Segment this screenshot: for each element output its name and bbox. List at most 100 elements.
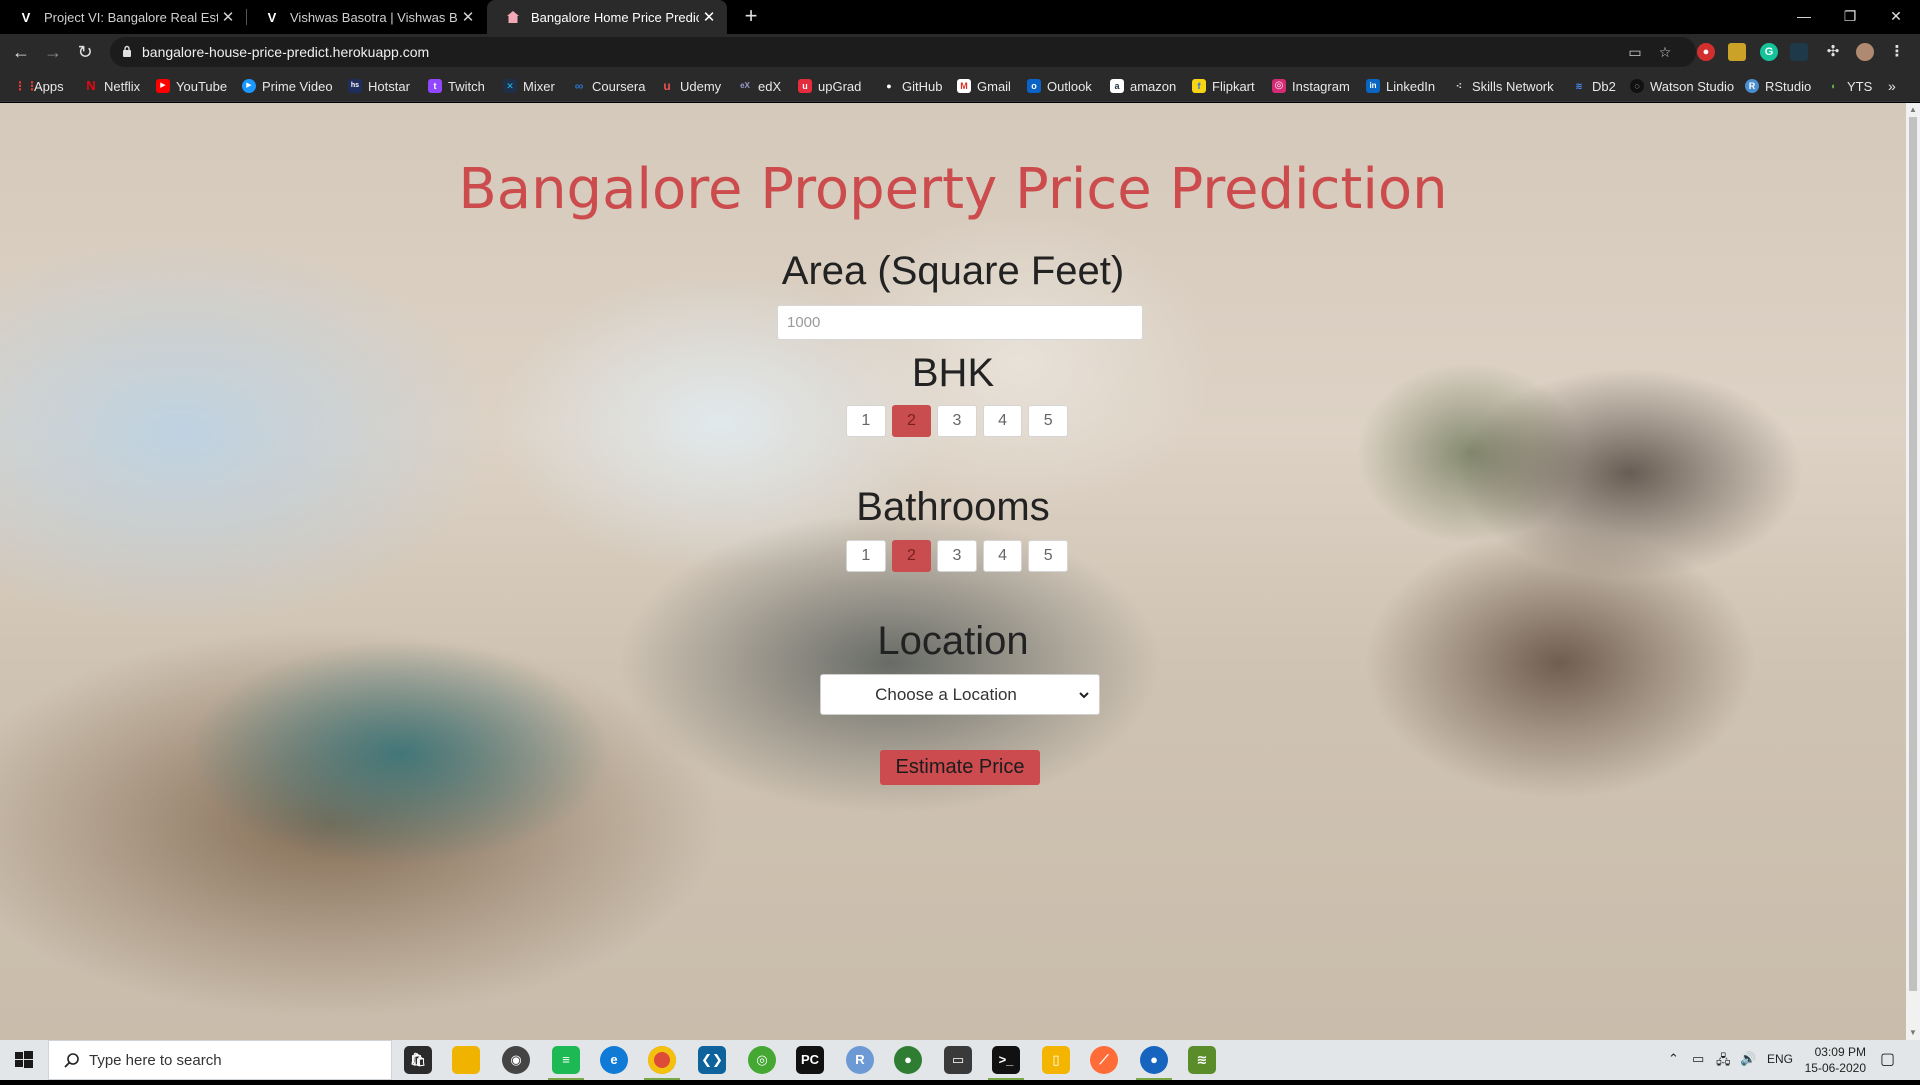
- bhk-option-1[interactable]: 1: [846, 405, 886, 437]
- chevron-up-icon[interactable]: ⌃: [1668, 1051, 1679, 1067]
- extension-teal-icon[interactable]: [1790, 43, 1808, 61]
- bhk-option-4[interactable]: 4: [982, 405, 1023, 437]
- bathroom-option-3[interactable]: 3: [937, 540, 977, 572]
- estimate-price-button[interactable]: Estimate Price: [880, 750, 1040, 785]
- bookmark-db2[interactable]: ≋ Db2: [1572, 77, 1616, 95]
- bookmark-hotstar[interactable]: hs Hotstar: [348, 77, 410, 95]
- extension-image-icon[interactable]: [1728, 43, 1746, 61]
- scroll-thumb[interactable]: [1909, 117, 1917, 991]
- address-bar[interactable]: bangalore-house-price-predict.herokuapp.…: [110, 37, 1696, 67]
- scroll-down-arrow-icon[interactable]: ▼: [1906, 1026, 1920, 1040]
- vscode-icon[interactable]: ❮❯: [698, 1046, 726, 1074]
- bookmark-watson-studio[interactable]: ◌ Watson Studio: [1630, 77, 1734, 95]
- new-tab-button[interactable]: +: [738, 4, 764, 30]
- network-icon[interactable]: 🖧: [1716, 1051, 1731, 1073]
- gmail-icon: M: [957, 79, 971, 93]
- star-icon[interactable]: ☆: [1656, 43, 1674, 61]
- notifications-icon[interactable]: ▢: [1880, 1049, 1895, 1069]
- bookmark-flipkart[interactable]: f Flipkart: [1192, 77, 1255, 95]
- skills-network-icon: ⁖: [1455, 81, 1463, 91]
- reload-icon[interactable]: ↻: [72, 40, 98, 66]
- bookmarks-overflow-icon[interactable]: »: [1888, 77, 1896, 95]
- tab-project-vi[interactable]: V Project VI: Bangalore Real Estate ✕: [0, 0, 246, 34]
- maps-icon[interactable]: ●: [894, 1046, 922, 1074]
- bookmark-skills-network[interactable]: ⁖ Skills Network: [1452, 77, 1554, 95]
- bathroom-option-2[interactable]: 2: [891, 540, 932, 572]
- cast-icon[interactable]: ▭: [1626, 43, 1644, 61]
- tab-vishwas-basotra[interactable]: V Vishwas Basotra | Vishwas Basotra ✕: [246, 0, 486, 34]
- close-icon[interactable]: ✕: [699, 8, 719, 26]
- bathroom-option-4[interactable]: 4: [982, 540, 1023, 572]
- bookmark-mixer[interactable]: ✕ Mixer: [503, 77, 555, 95]
- grammarly-icon[interactable]: G: [1760, 43, 1778, 61]
- bookmark-twitch[interactable]: t Twitch: [428, 77, 485, 95]
- rstudio-icon: R: [1745, 79, 1759, 93]
- bathroom-option-1[interactable]: 1: [846, 540, 886, 572]
- avatar[interactable]: [1856, 43, 1874, 61]
- terminal-icon[interactable]: ▭: [944, 1046, 972, 1074]
- db2-icon: ≋: [1575, 81, 1583, 91]
- prime-video-icon: ▶: [242, 79, 256, 93]
- bookmark-github[interactable]: ● GitHub: [882, 77, 942, 95]
- file-explorer-icon[interactable]: [452, 1046, 480, 1074]
- area-input[interactable]: [777, 305, 1143, 340]
- bookmark-instagram[interactable]: ◎ Instagram: [1272, 77, 1350, 95]
- taskbar-search-box[interactable]: Type here to search: [48, 1040, 392, 1080]
- bookmark-yts[interactable]: ◐ YTS: [1827, 77, 1872, 95]
- cmd-icon[interactable]: >_: [992, 1046, 1020, 1074]
- battery-icon[interactable]: ▭: [1692, 1051, 1704, 1067]
- chrome-icon[interactable]: [648, 1046, 676, 1074]
- search-placeholder: Type here to search: [89, 1052, 222, 1069]
- tab-bangalore-home-price[interactable]: Bangalore Home Price Prediction ✕: [487, 0, 727, 34]
- location-select[interactable]: Choose a Location: [820, 674, 1100, 715]
- linkedin-icon: in: [1366, 79, 1380, 93]
- restore-icon[interactable]: ❐: [1827, 0, 1873, 34]
- bookmark-udemy[interactable]: u Udemy: [660, 77, 721, 95]
- media-player-icon[interactable]: ◉: [502, 1046, 530, 1074]
- bluestacks-icon[interactable]: ≋: [1188, 1046, 1216, 1074]
- bookmark-edx[interactable]: eX edX: [738, 77, 781, 95]
- close-window-icon[interactable]: ✕: [1873, 0, 1919, 34]
- page-scrollbar[interactable]: ▲ ▼: [1906, 103, 1920, 1040]
- bookmark-youtube[interactable]: ▶ YouTube: [156, 77, 227, 95]
- scroll-up-arrow-icon[interactable]: ▲: [1906, 103, 1920, 117]
- bookmark-label: amazon: [1130, 78, 1177, 94]
- back-arrow-icon[interactable]: ←: [8, 40, 34, 66]
- minimize-icon[interactable]: —: [1781, 0, 1827, 34]
- bathrooms-label: Bathrooms: [856, 485, 1050, 529]
- bhk-options: 1 2 3 4 5: [846, 405, 1074, 439]
- pycharm-icon[interactable]: PC: [796, 1046, 824, 1074]
- r-icon[interactable]: R: [846, 1046, 874, 1074]
- close-icon[interactable]: ✕: [458, 8, 478, 26]
- bookmark-linkedin[interactable]: in LinkedIn: [1366, 77, 1435, 95]
- bhk-option-3[interactable]: 3: [937, 405, 977, 437]
- bookmark-label: upGrad: [818, 78, 862, 94]
- extension-red-icon[interactable]: ●: [1697, 43, 1715, 61]
- bookmark-gmail[interactable]: M Gmail: [957, 77, 1011, 95]
- forward-arrow-icon[interactable]: →: [40, 40, 66, 66]
- bookmark-coursera[interactable]: ∞ Coursera: [572, 77, 646, 95]
- clock[interactable]: 03:09 PM 15-06-2020: [1790, 1044, 1866, 1076]
- bookmark-rstudio[interactable]: R RStudio: [1745, 77, 1811, 95]
- bookmark-netflix[interactable]: N Netflix: [84, 77, 140, 95]
- spotify-icon[interactable]: ≡: [552, 1046, 580, 1074]
- bathroom-option-5[interactable]: 5: [1028, 540, 1068, 572]
- bookmark-amazon[interactable]: a amazon: [1110, 77, 1176, 95]
- bookmark-apps[interactable]: ⋮⋮ Apps: [14, 77, 64, 95]
- location-icon[interactable]: ●: [1140, 1046, 1168, 1074]
- bookmark-upgrad[interactable]: u upGrad: [798, 77, 861, 95]
- bhk-option-2[interactable]: 2: [891, 405, 932, 437]
- bhk-option-5[interactable]: 5: [1028, 405, 1068, 437]
- more-menu-icon[interactable]: ⋮: [1888, 43, 1906, 61]
- volume-icon[interactable]: 🔊: [1740, 1051, 1756, 1067]
- bookmark-outlook[interactable]: o Outlook: [1027, 77, 1092, 95]
- anaconda-icon[interactable]: ◎: [748, 1046, 776, 1074]
- extensions-puzzle-icon[interactable]: ✣: [1824, 43, 1842, 61]
- windows-start-icon[interactable]: [0, 1040, 48, 1080]
- bookmark-prime-video[interactable]: ▶ Prime Video: [242, 77, 333, 95]
- notebook-icon[interactable]: ▯: [1042, 1046, 1070, 1074]
- store-icon[interactable]: 🛍: [404, 1046, 432, 1074]
- close-icon[interactable]: ✕: [218, 8, 238, 26]
- edge-icon[interactable]: e: [600, 1046, 628, 1074]
- postman-icon[interactable]: ⟋: [1090, 1046, 1118, 1074]
